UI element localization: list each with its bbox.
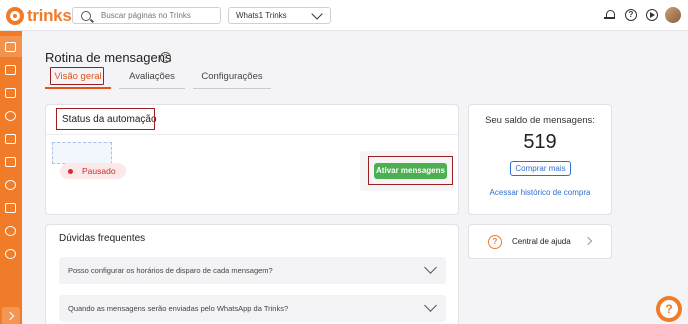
trinks-logo[interactable]: trinks xyxy=(6,6,72,26)
settings-icon xyxy=(5,179,16,190)
highlight-box xyxy=(368,156,453,185)
home-icon xyxy=(5,41,16,52)
calendar-icon xyxy=(5,64,16,75)
logo-text: trinks xyxy=(27,6,72,25)
balance-value: 519 xyxy=(523,131,557,153)
logo-icon xyxy=(6,7,24,25)
chevron-down-icon xyxy=(424,261,437,274)
faq-item[interactable]: Posso configurar os horários de disparo … xyxy=(59,257,446,284)
page-title: Rotina de mensagens xyxy=(45,50,172,65)
presentation-icon xyxy=(5,133,16,144)
purchase-history-link[interactable]: Acessar histórico de compra xyxy=(469,188,611,197)
megaphone-icon xyxy=(5,156,16,167)
help-center-card[interactable]: ? Central de ajuda xyxy=(468,224,612,259)
selection-overlay xyxy=(52,142,112,164)
faq-item[interactable]: Quando as mensagens serão enviadas pelo … xyxy=(59,295,446,322)
search-icon xyxy=(81,10,91,21)
help-icon: ? xyxy=(488,235,502,249)
status-badge: Pausado xyxy=(60,163,126,179)
balance-label: Seu saldo de mensagens: xyxy=(485,115,595,126)
sidebar-item-presentation[interactable] xyxy=(3,132,18,145)
help-icon: ? xyxy=(660,300,678,318)
faq-card: Dúvidas frequentes Posso configurar os h… xyxy=(45,224,459,324)
help-icon[interactable]: ? xyxy=(625,9,637,21)
account-select-value: Whats1 Trinks xyxy=(236,11,287,20)
top-bar: trinks Buscar páginas no Trinks Whats1 T… xyxy=(0,0,688,31)
tab-avaliacoes[interactable]: Avaliações xyxy=(119,67,185,89)
help-center-label: Central de ajuda xyxy=(512,237,571,246)
sidebar-item-money[interactable] xyxy=(3,109,18,122)
money-icon xyxy=(5,110,16,121)
sidebar-item-share[interactable] xyxy=(3,247,18,260)
highlight-box xyxy=(50,67,104,85)
sidebar-item-users[interactable] xyxy=(3,224,18,237)
help-icon[interactable]: ? xyxy=(160,52,171,63)
status-dot-icon xyxy=(68,168,73,174)
help-chat-button[interactable]: ? xyxy=(656,296,682,322)
automation-status-card: Status da automação Pausado Ativar mensa… xyxy=(45,104,459,215)
play-icon[interactable] xyxy=(646,9,658,21)
sidebar-item-settings[interactable] xyxy=(3,178,18,191)
search-input[interactable]: Buscar páginas no Trinks xyxy=(72,7,221,24)
sidebar xyxy=(0,31,22,324)
tab-configuracoes[interactable]: Configurações xyxy=(193,67,271,89)
account-select[interactable]: Whats1 Trinks xyxy=(228,7,331,24)
status-badge-label: Pausado xyxy=(82,166,116,176)
faq-question: Quando as mensagens serão enviadas pelo … xyxy=(68,304,289,313)
sidebar-item-table[interactable] xyxy=(3,86,18,99)
message-balance-card: Seu saldo de mensagens: 519 Comprar mais… xyxy=(468,104,612,215)
search-placeholder: Buscar páginas no Trinks xyxy=(101,11,191,20)
sidebar-expand-button[interactable] xyxy=(2,307,20,324)
clipboard-icon xyxy=(5,202,16,213)
avatar[interactable] xyxy=(665,7,681,23)
faq-question: Posso configurar os horários de disparo … xyxy=(68,266,273,275)
chevron-right-icon xyxy=(583,236,593,246)
sidebar-item-calendar[interactable] xyxy=(3,63,18,76)
buy-more-button[interactable]: Comprar mais xyxy=(510,161,571,176)
faq-title: Dúvidas frequentes xyxy=(59,233,146,244)
sidebar-item-megaphone[interactable] xyxy=(3,155,18,168)
share-icon xyxy=(5,248,16,259)
sidebar-item-clipboard[interactable] xyxy=(3,201,18,214)
highlight-box xyxy=(56,108,155,130)
users-icon xyxy=(5,225,16,236)
sidebar-item-home[interactable] xyxy=(0,36,22,57)
chevron-down-icon xyxy=(311,8,323,20)
bell-icon[interactable] xyxy=(604,9,616,21)
chevron-down-icon xyxy=(424,299,437,312)
table-icon xyxy=(5,87,16,98)
